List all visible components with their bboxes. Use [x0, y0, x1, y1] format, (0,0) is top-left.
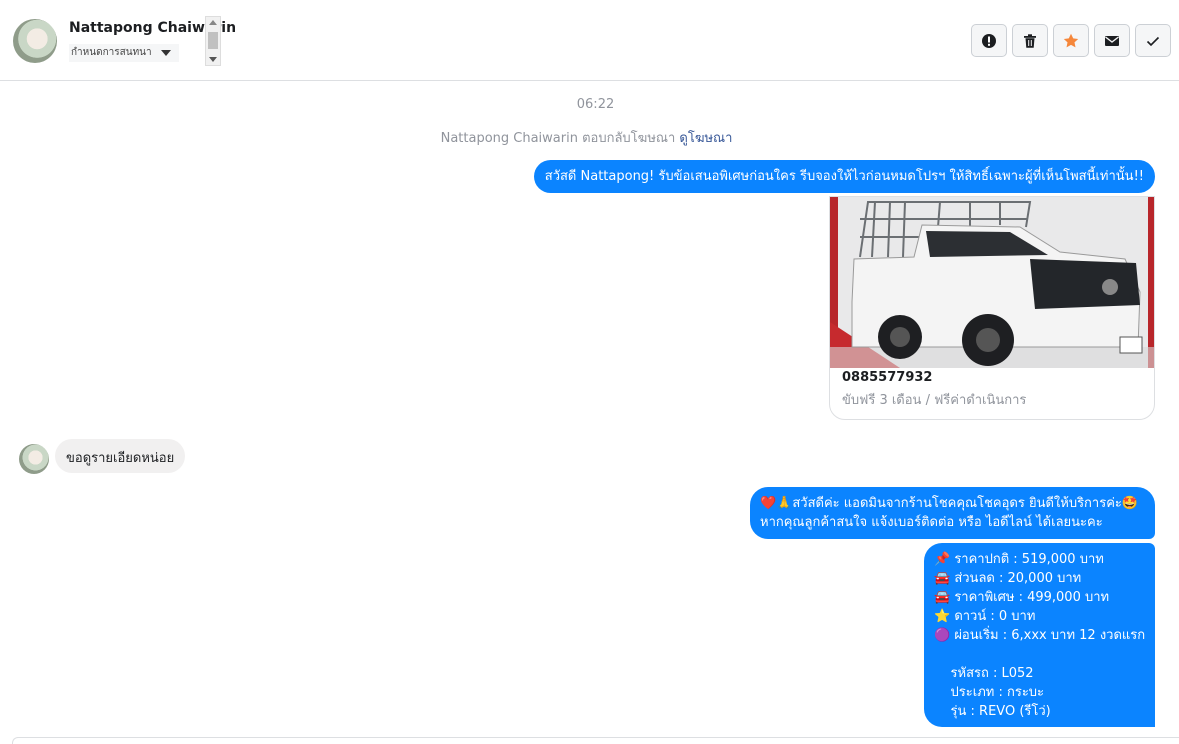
mark-done-button[interactable] [1135, 24, 1171, 57]
star-icon [1063, 33, 1079, 47]
star-button[interactable] [1053, 24, 1089, 57]
conversation-header: Nattapong Chaiwarin กำหนดการสนทนา [0, 0, 1179, 81]
delete-button[interactable] [1012, 24, 1048, 57]
message-timestamp: 06:22 [576, 97, 615, 112]
exclamation-circle-icon [982, 33, 996, 48]
conversation-actions [971, 24, 1171, 57]
header-scrollbar[interactable] [205, 16, 221, 66]
caret-down-icon [161, 50, 171, 56]
conversation-label-dropdown[interactable]: กำหนดการสนทนา [69, 44, 179, 62]
outgoing-message[interactable]: 📌 ราคาปกติ : 519,000 บาท 🚘 ส่วนลด : 20,0… [924, 543, 1155, 727]
conversation-label-text: กำหนดการสนทนา [71, 47, 152, 58]
ad-card-image[interactable] [830, 197, 1154, 368]
ad-reply-notice: Nattapong Chaiwarin ตอบกลับโฆษณา ดูโฆษณา [0, 127, 1173, 148]
scroll-thumb[interactable] [208, 32, 218, 49]
contact-avatar[interactable] [13, 19, 57, 63]
incoming-message[interactable]: ขอดูรายเอียดหน่อย [55, 439, 186, 473]
ad-card-phone: 0885577932 [842, 370, 933, 385]
scroll-down-icon[interactable] [209, 57, 217, 62]
ad-reply-text: Nattapong Chaiwarin ตอบกลับโฆษณา [440, 131, 676, 146]
scroll-up-icon[interactable] [209, 20, 217, 25]
mark-unread-button[interactable] [1094, 24, 1130, 57]
view-ad-link[interactable]: ดูโฆษณา [679, 131, 732, 146]
report-button[interactable] [971, 24, 1007, 57]
check-icon [1146, 36, 1160, 46]
ad-card[interactable]: 0885577932 ขับฟรี 3 เดือน / ฟรีค่าดำเนิน… [829, 196, 1155, 420]
outgoing-message[interactable]: สวัสดี Nattapong! รับข้อเสนอพิเศษก่อนใคร… [533, 160, 1155, 193]
sender-avatar [19, 444, 49, 474]
ad-card-subtitle: ขับฟรี 3 เดือน / ฟรีค่าดำเนินการ [842, 393, 1027, 408]
trash-icon [1024, 33, 1036, 48]
outgoing-message[interactable]: ❤️🙏สวัสดีค่ะ แอดมินจากร้านโชคคุณโชคอุดร … [750, 487, 1155, 539]
envelope-icon [1105, 35, 1119, 46]
